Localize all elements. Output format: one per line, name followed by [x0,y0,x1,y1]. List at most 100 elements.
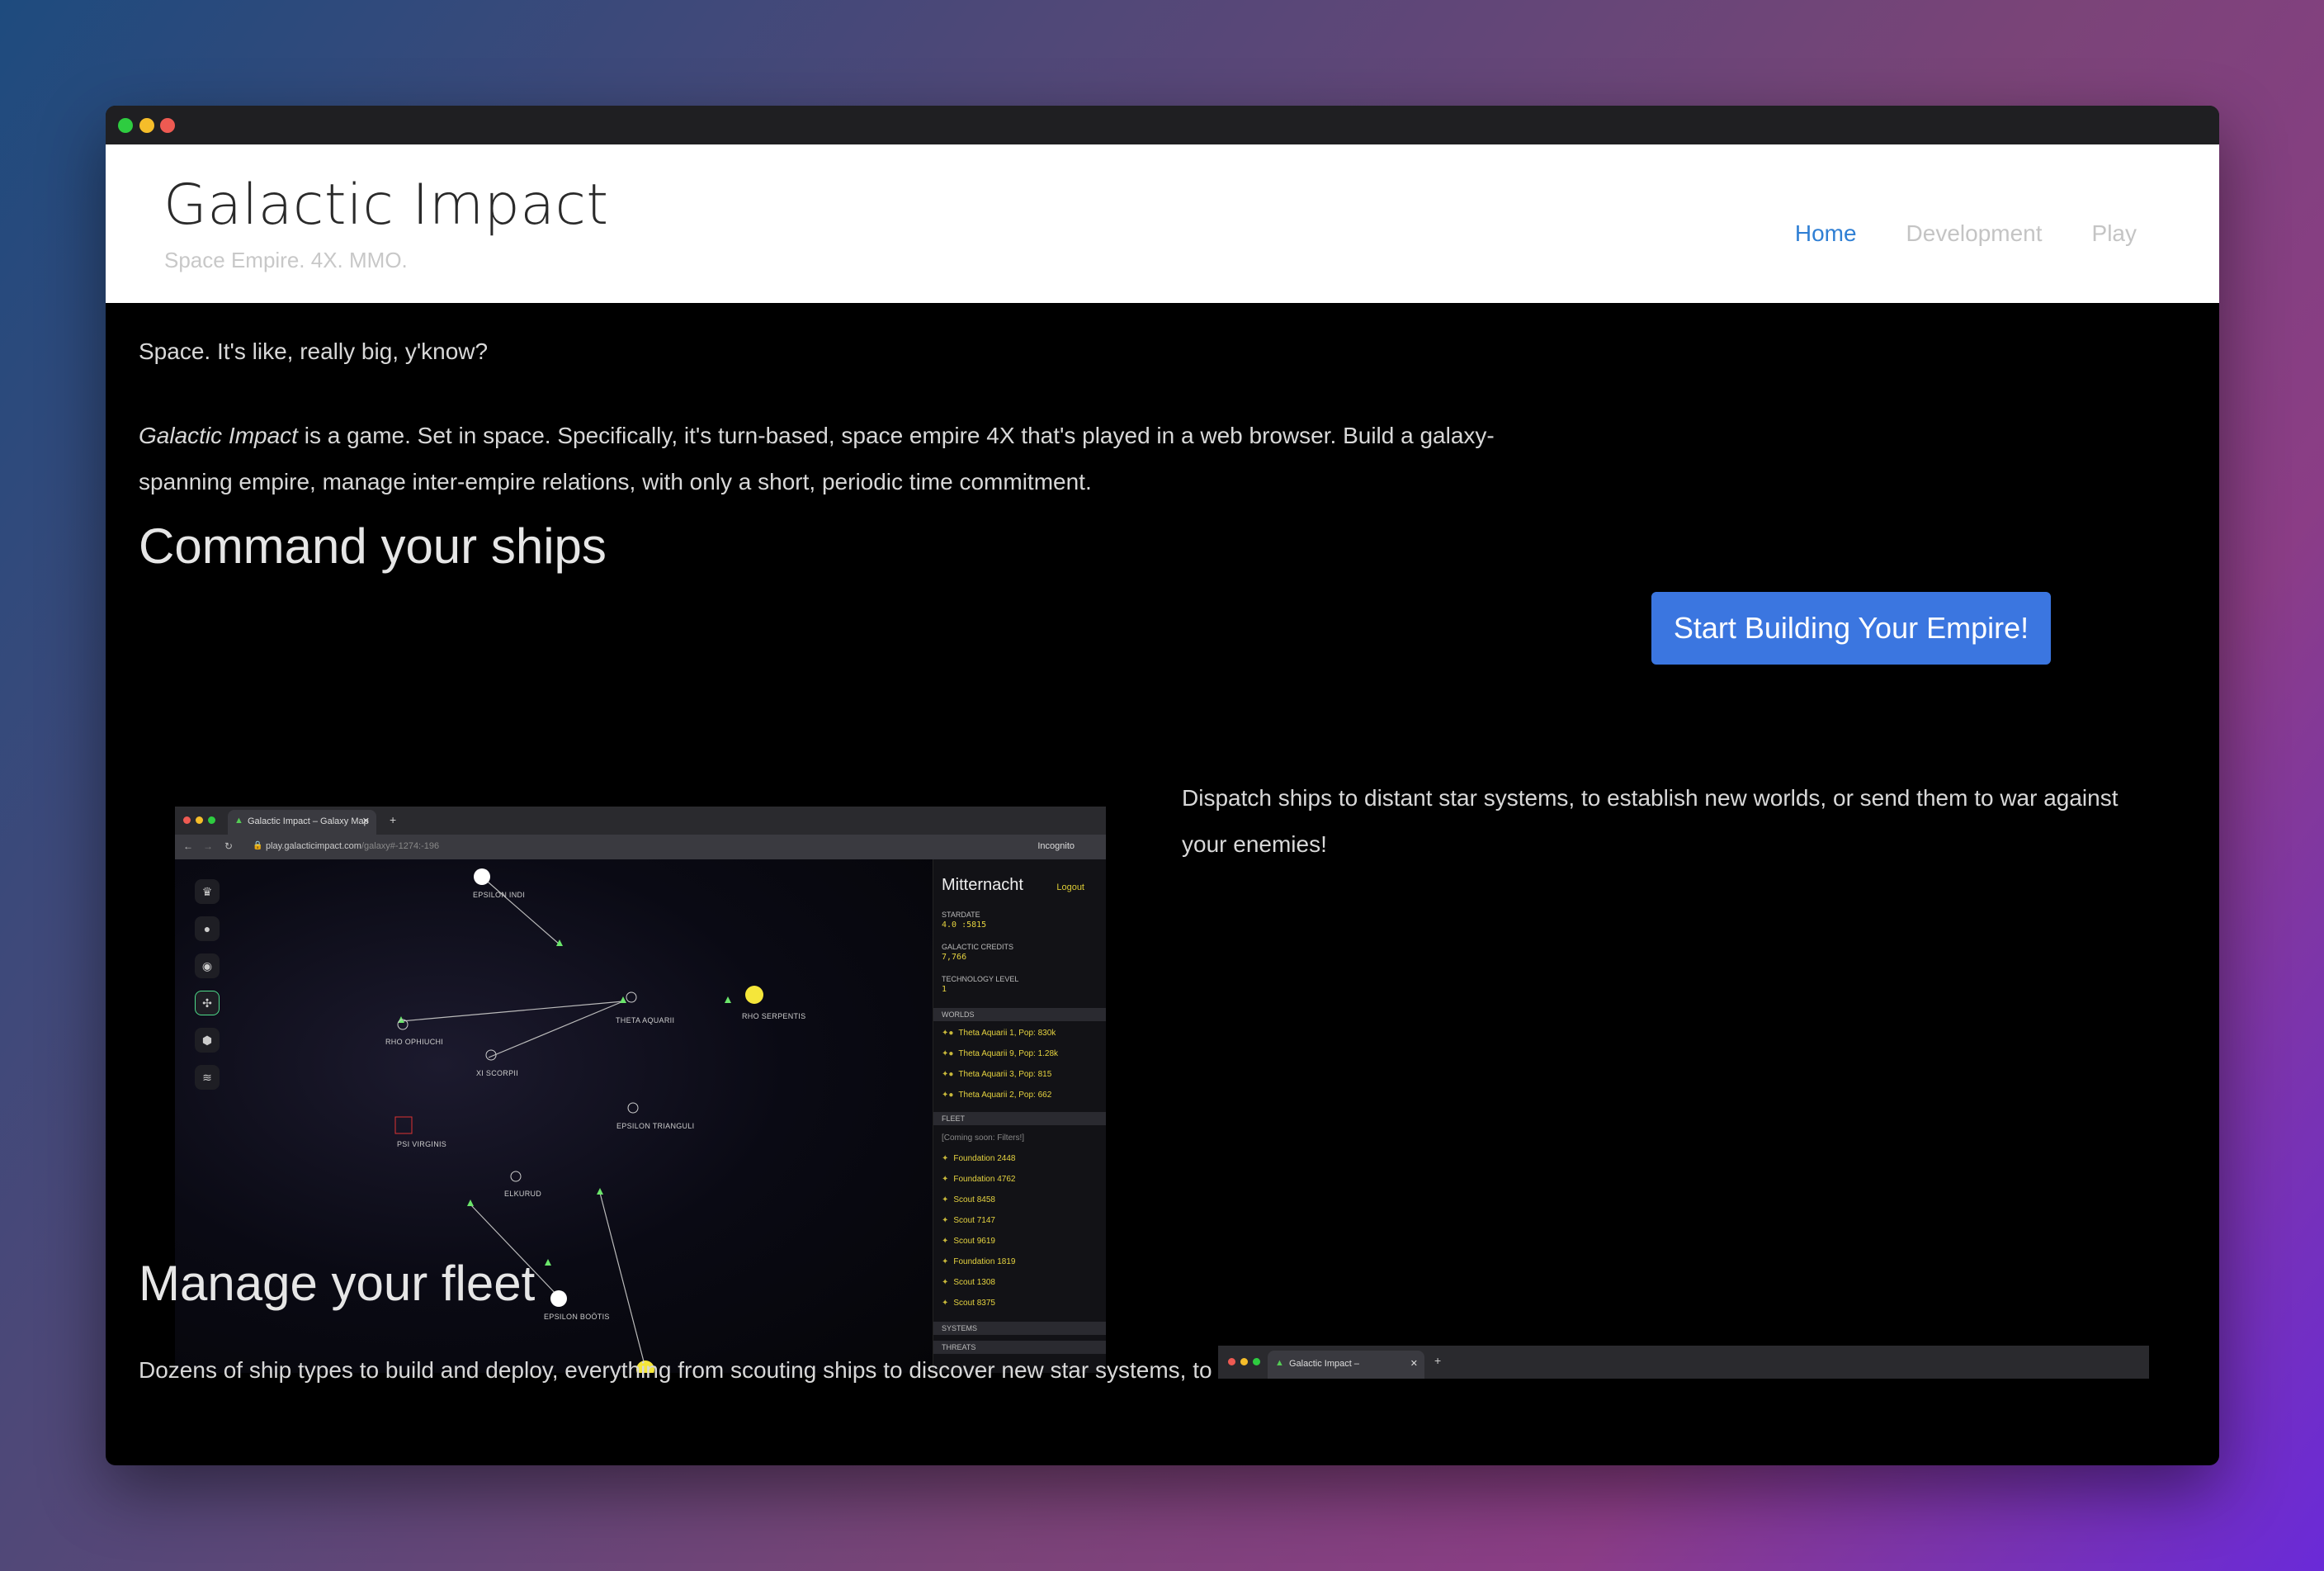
site-title[interactable]: Galactic Impact [163,173,609,238]
window-zoom-button[interactable] [118,118,133,133]
world-icon: ✦● [942,1029,954,1038]
screenshot-min-dot [196,816,203,824]
star-label: XI SCORPII [476,1069,519,1077]
nav-development[interactable]: Development [1906,220,2043,247]
world-item[interactable]: ✦● Theta Aquarii 1, Pop: 830k [942,1029,1056,1038]
screenshot-close-dot [1228,1358,1235,1365]
star-theta-aquarii[interactable] [626,991,637,1003]
url-path: /galaxy#-1274:-196 [361,841,440,851]
star-label: ELKURUD [504,1190,542,1198]
star-psi-virginis[interactable] [394,1116,413,1134]
fleet-note: [Coming soon: Filters!] [942,1133,1025,1143]
screenshot-zoom-dot [1253,1358,1260,1365]
world-icon: ✦● [942,1070,954,1079]
star-label: EPSILON INDI [473,891,526,899]
world-icon: ✦● [942,1091,954,1100]
window-minimize-button[interactable] [139,118,154,133]
intro-description-text: is a game. Set in space. Specifically, i… [139,423,1495,494]
world-item[interactable]: ✦● Theta Aquarii 2, Pop: 662 [942,1091,1051,1100]
screenshot-zoom-dot [208,816,215,824]
fleet-screenshot: ▲ Galactic Impact – ✕ + [1218,1346,2149,1379]
ship-icon: ✦ [942,1257,949,1266]
stardate-label: STARDATE [942,911,980,919]
nav-play[interactable]: Play [2092,220,2137,247]
fleet-item[interactable]: ✦ Foundation 1819 [942,1257,1015,1266]
ship-icon: ✦ [942,1237,949,1246]
fleet-item[interactable]: ✦ Foundation 2448 [942,1154,1015,1163]
main-content: Space. It's like, really big, y'know? Ga… [106,303,2219,1465]
world-item[interactable]: ✦● Theta Aquarii 9, Pop: 1.28k [942,1049,1058,1058]
site-tagline: Space Empire. 4X. MMO. [164,248,408,272]
main-nav: Home Development Play [1795,220,2137,247]
star-rho-serpentis[interactable] [745,986,763,1004]
close-icon: ✕ [361,816,370,826]
plus-icon: + [390,813,397,826]
player-name: Mitternacht [942,876,1023,894]
star-label: THETA AQUARII [616,1016,675,1024]
ship-icon: ✦ [942,1216,949,1225]
intro-description: Galactic Impact is a game. Set in space.… [139,413,1509,505]
star-epsilon-trianguli[interactable] [627,1102,639,1114]
screenshot-tab: ▲ Galactic Impact – ✕ [1268,1351,1424,1379]
forward-icon: → [203,840,213,852]
screenshot-urlbar: ← → ↻ 🔒 play.galacticimpact.com/galaxy#-… [175,835,1106,859]
ships-heading: Command your ships [139,518,607,574]
fleet-section[interactable]: FLEET [933,1112,1106,1125]
world-item[interactable]: ✦● Theta Aquarii 3, Pop: 815 [942,1070,1051,1079]
screenshot-close-dot [183,816,191,824]
stardate-value: 4.0 :5815 [942,920,987,930]
nav-home[interactable]: Home [1795,220,1857,247]
credits-label: GALACTIC CREDITS [942,943,1014,951]
url-host: play.galacticimpact.com [266,841,361,851]
fleet-item[interactable]: ✦ Scout 7147 [942,1216,995,1225]
intro-tagline: Space. It's like, really big, y'know? [139,338,489,364]
star-label: PSI VIRGINIS [397,1140,447,1148]
ships-description: Dispatch ships to distant star systems, … [1182,785,2119,857]
fleet-item[interactable]: ✦ Scout 1308 [942,1278,995,1287]
logout-link[interactable]: Logout [1056,883,1084,892]
fleet-item[interactable]: ✦ Scout 8458 [942,1195,995,1204]
fleet-item[interactable]: ✦ Scout 9619 [942,1237,995,1246]
screenshot-tabbar: ▲ Galactic Impact – Galaxy Map ✕ + [175,807,1106,835]
star-label: EPSILON BOÖTIS [544,1313,610,1321]
star-epsilon-indi[interactable] [474,868,490,885]
worlds-section[interactable]: WORLDS [933,1008,1106,1021]
ship-icon: ✦ [942,1195,949,1204]
triangle-icon: ▲ [234,816,243,826]
screenshot-tab-title: Galactic Impact – Galaxy Map [248,816,369,826]
screenshot-url: play.galacticimpact.com/galaxy#-1274:-19… [266,841,439,851]
lock-icon: 🔒 [253,841,263,850]
star-label: RHO OPHIUCHI [385,1038,444,1046]
ship-icon: ✦ [942,1175,949,1184]
incognito-label: Incognito [1037,841,1075,851]
screenshot-tab: ▲ Galactic Impact – Galaxy Map ✕ [228,810,376,835]
tech-label: TECHNOLOGY LEVEL [942,975,1019,983]
plus-icon: + [1434,1354,1442,1367]
window-close-button[interactable] [160,118,175,133]
star-label: RHO SERPENTIS [742,1012,806,1020]
site-header: Galactic Impact Space Empire. 4X. MMO. H… [106,144,2219,303]
ship-icon: ✦ [942,1154,949,1163]
tech-value: 1 [942,985,947,994]
systems-section[interactable]: SYSTEMS [933,1322,1106,1335]
triangle-icon: ▲ [1275,1358,1284,1368]
fleet-description: Dozens of ship types to build and deploy… [139,1357,1212,1383]
star-elkurud[interactable] [510,1171,522,1182]
screenshot-tab-title: Galactic Impact – [1289,1359,1359,1369]
game-name: Galactic Impact [139,423,298,448]
empire-panel: Mitternacht Logout STARDATE 4.0 :5815 GA… [933,859,1106,1373]
start-empire-button[interactable]: Start Building Your Empire! [1651,592,2051,665]
browser-window: Galactic Impact Space Empire. 4X. MMO. H… [106,106,2219,1465]
fleet-item[interactable]: ✦ Foundation 4762 [942,1175,1015,1184]
credits-value: 7,766 [942,953,967,962]
window-titlebar [106,106,2219,144]
fleet-item[interactable]: ✦ Scout 8375 [942,1299,995,1308]
reload-icon: ↻ [224,840,234,852]
world-icon: ✦● [942,1049,954,1058]
screenshot-min-dot [1240,1358,1248,1365]
star-epsilon-bootis[interactable] [550,1290,567,1307]
ship-icon: ✦ [942,1299,949,1308]
fleet-heading: Manage your fleet [139,1256,536,1311]
close-icon: ✕ [1410,1359,1418,1369]
back-icon: ← [183,840,193,852]
